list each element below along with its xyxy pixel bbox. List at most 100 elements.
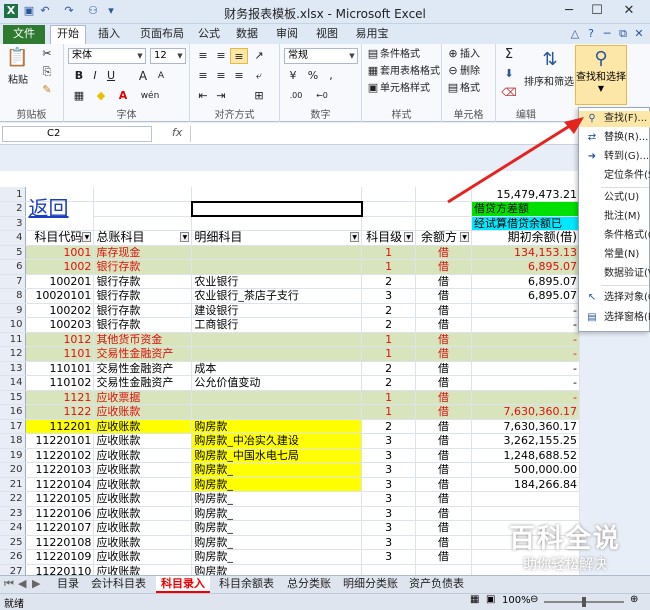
row-header[interactable]: 15 — [0, 390, 27, 405]
cell-account-code[interactable]: 11220104 — [25, 477, 95, 492]
cell-detail-account[interactable]: 购房款_ — [191, 506, 363, 521]
cell-opening-balance[interactable]: - — [471, 361, 580, 376]
cell-account-code[interactable]: 11220105 — [25, 491, 95, 507]
cell-account-code[interactable]: 11220110 — [25, 564, 95, 575]
cell-direction[interactable]: 借 — [415, 433, 473, 449]
align-right-icon[interactable]: ≡ — [230, 68, 248, 84]
cell-general-account[interactable]: 库存现金 — [93, 245, 193, 260]
cell-general-account[interactable]: 交易性金融资产 — [93, 375, 193, 391]
name-box[interactable]: C2 — [2, 126, 152, 142]
delete-cells-button[interactable]: ⊖ 删除 — [446, 64, 480, 79]
next-sheet-icon[interactable]: ▶ — [30, 576, 42, 593]
cell-detail-account[interactable] — [191, 245, 363, 260]
sheet-tab-balance-sheet[interactable]: 资产负债表 — [404, 576, 469, 593]
cell-opening-balance[interactable]: - — [471, 375, 580, 391]
cell-level[interactable] — [361, 201, 417, 217]
cell-general-account[interactable]: 银行存款 — [93, 303, 193, 318]
align-bottom-icon[interactable]: ≡ — [230, 48, 248, 64]
sort-filter-icon[interactable]: ⇅ — [526, 48, 574, 72]
cell-detail-account[interactable]: 建设银行 — [191, 303, 363, 318]
row-header[interactable]: 23 — [0, 506, 27, 521]
row-header[interactable]: 16 — [0, 404, 27, 420]
cell-detail-account[interactable]: 购房款_ — [191, 549, 363, 565]
cell-account-code[interactable]: 返回 — [25, 198, 95, 231]
tab-view[interactable]: 视图 — [312, 26, 342, 43]
cell-account-code[interactable]: 1122 — [25, 404, 95, 420]
cell-detail-account[interactable]: 农业银行_茶店子支行 — [191, 288, 363, 304]
cell-level[interactable]: 3 — [361, 448, 417, 463]
cell-general-account[interactable]: 应收账款 — [93, 491, 193, 507]
format-as-table-button[interactable]: ▦ 套用表格格式 — [366, 64, 440, 79]
currency-icon[interactable]: ¥ — [284, 68, 302, 84]
cell-detail-account[interactable]: 明细科目 ▼ — [191, 230, 363, 246]
increase-indent-icon[interactable]: ⇥ — [212, 88, 230, 104]
cell-general-account[interactable]: 交易性金融资产 — [93, 346, 193, 362]
sheet-tab-accounts[interactable]: 会计科目表 — [86, 576, 151, 593]
minimize-ribbon-icon[interactable]: △ — [568, 27, 582, 41]
cell-general-account[interactable]: 总账科目 ▼ — [93, 230, 193, 246]
cell-account-code[interactable]: 100202 — [25, 303, 95, 318]
cell-level[interactable]: 1 — [361, 346, 417, 362]
cell-direction[interactable]: 借 — [415, 274, 473, 289]
cell-opening-balance[interactable]: 184,266.84 — [471, 477, 580, 492]
fill-color-icon[interactable]: ◆ — [92, 88, 110, 104]
align-center-icon[interactable]: ≡ — [212, 68, 230, 84]
cell-level[interactable]: 3 — [361, 549, 417, 565]
cell-level[interactable]: 3 — [361, 462, 417, 478]
cell-opening-balance[interactable]: 6,895.07 — [471, 288, 580, 304]
row-header[interactable]: 17 — [0, 419, 27, 434]
cell-direction[interactable]: 借 — [415, 303, 473, 318]
row-header[interactable]: 9 — [0, 303, 27, 318]
cell-detail-account[interactable]: 购房款_中国水电七局 — [191, 448, 363, 463]
font-name-combo[interactable]: 宋体 ▼ — [68, 48, 146, 64]
align-top-icon[interactable]: ≡ — [194, 48, 212, 64]
page-layout-view-icon[interactable]: ▣ — [486, 594, 495, 605]
comma-button[interactable]: , — [322, 68, 340, 84]
cell-account-code[interactable]: 11220101 — [25, 433, 95, 449]
close-button[interactable]: ✕ — [618, 2, 640, 20]
cell-level[interactable] — [361, 564, 417, 575]
cell-opening-balance[interactable]: 经试算借贷余额已 — [471, 216, 580, 231]
cell-direction[interactable]: 借 — [415, 361, 473, 376]
cell-opening-balance[interactable]: 6,895.07 — [471, 259, 580, 275]
row-header[interactable]: 1 — [0, 187, 27, 202]
paste-label[interactable]: 粘贴 — [8, 74, 28, 88]
filter-dropdown-icon[interactable]: ▼ — [180, 232, 190, 243]
cell-general-account[interactable] — [93, 201, 193, 217]
cell-general-account[interactable]: 交易性金融资产 — [93, 361, 193, 376]
number-format-combo[interactable]: 常规 ▼ — [284, 48, 358, 64]
paste-icon[interactable]: 📋 — [6, 48, 28, 68]
cell-detail-account[interactable] — [191, 332, 363, 347]
cell-account-code[interactable]: 科目代码 ▼ — [25, 230, 95, 246]
cell-direction[interactable]: 借 — [415, 346, 473, 362]
underline-button[interactable]: U — [102, 68, 120, 84]
filter-dropdown-icon[interactable]: ▼ — [404, 232, 414, 243]
cell-account-code[interactable]: 11220103 — [25, 462, 95, 478]
cell-detail-account[interactable] — [191, 390, 363, 405]
cell-detail-account[interactable]: 购房款_ — [191, 564, 363, 575]
cell-general-account[interactable]: 银行存款 — [93, 317, 193, 333]
row-header[interactable]: 4 — [0, 230, 27, 246]
zoom-level[interactable]: 100% — [502, 595, 531, 606]
cell-level[interactable]: 1 — [361, 332, 417, 347]
cell-detail-account[interactable]: 购房款_ — [191, 477, 363, 492]
conditional-format-button[interactable]: ▤ 条件格式 — [366, 47, 420, 62]
sheet-tab-toc[interactable]: 目录 — [52, 576, 84, 593]
row-header[interactable]: 19 — [0, 448, 27, 463]
cell-detail-account[interactable]: 购房款_ — [191, 535, 363, 550]
cell-opening-balance[interactable]: 7,630,360.17 — [471, 404, 580, 420]
cell-general-account[interactable]: 应收账款 — [93, 433, 193, 449]
menu-conditional-format[interactable]: 条件格式(C) — [579, 228, 650, 244]
cell-level[interactable] — [361, 216, 417, 231]
cell-direction[interactable]: 借 — [415, 404, 473, 420]
font-color-button[interactable]: A — [114, 88, 132, 104]
cell-account-code[interactable]: 1121 — [25, 390, 95, 405]
row-header[interactable]: 10 — [0, 317, 27, 333]
cell-level[interactable]: 1 — [361, 259, 417, 275]
cell-detail-account[interactable]: 成本 — [191, 361, 363, 376]
cell-detail-account[interactable]: 公允价值变动 — [191, 375, 363, 391]
cell-detail-account[interactable]: 购房款_ — [191, 491, 363, 507]
cell-general-account[interactable] — [93, 187, 193, 202]
row-header[interactable]: 3 — [0, 216, 27, 231]
row-header[interactable]: 21 — [0, 477, 27, 492]
